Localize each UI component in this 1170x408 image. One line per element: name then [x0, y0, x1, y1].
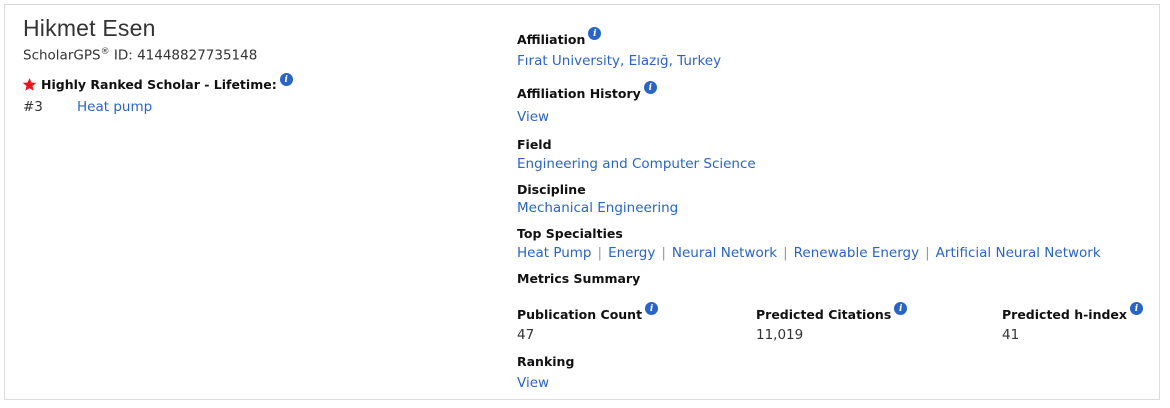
info-icon[interactable]: i: [894, 302, 908, 315]
publication-count-value: 47: [517, 327, 535, 343]
registered-mark: ®: [100, 47, 110, 57]
ranking-value: View: [517, 375, 549, 391]
affiliation-value: Fırat University, Elazığ, Turkey: [517, 53, 721, 69]
affiliation-history-value: View: [517, 109, 549, 125]
scholar-id-value: ID: 41448827735148: [109, 47, 258, 64]
specialty-link[interactable]: Energy: [608, 245, 655, 261]
separator: |: [925, 245, 930, 261]
ranking-label: Ranking: [517, 354, 575, 369]
info-icon[interactable]: i: [588, 27, 602, 40]
specialty-link[interactable]: Artificial Neural Network: [936, 245, 1101, 261]
info-icon[interactable]: i: [279, 73, 293, 86]
top-specialties-label: Top Specialties: [517, 226, 623, 241]
affiliation-label: Affiliation i: [517, 27, 602, 47]
predicted-hindex-label: Predicted h-index i: [1002, 302, 1143, 322]
predicted-hindex-value: 41: [1002, 327, 1020, 343]
info-icon[interactable]: i: [1129, 302, 1143, 315]
affiliation-history-label: Affiliation History i: [517, 81, 657, 101]
separator: |: [783, 245, 788, 261]
star-icon: [22, 77, 37, 91]
highly-ranked-label: Highly Ranked Scholar - Lifetime:: [41, 77, 277, 92]
ranking-view-link[interactable]: View: [517, 375, 549, 391]
info-icon[interactable]: i: [643, 81, 657, 94]
affiliation-label-text: Affiliation: [517, 32, 586, 47]
affiliation-history-label-text: Affiliation History: [517, 86, 641, 101]
predicted-citations-label-text: Predicted Citations: [756, 307, 892, 322]
specialties-list: Heat Pump | Energy | Neural Network | Renewabl…: [517, 245, 1101, 261]
publication-count-label-text: Publication Count: [517, 307, 643, 322]
field-link[interactable]: Engineering and Computer Science: [517, 156, 756, 172]
separator: |: [661, 245, 666, 261]
specialty-link[interactable]: Heat Pump: [517, 245, 592, 261]
scholar-profile-card: Hikmet Esen ScholarGPS® ID: 414488277351…: [4, 4, 1160, 400]
predicted-hindex-label-text: Predicted h-index: [1002, 307, 1127, 322]
predicted-citations-value: 11,019: [756, 327, 804, 343]
rank-entry: #3 Heat pump: [23, 99, 152, 115]
info-icon[interactable]: i: [645, 302, 659, 315]
specialty-link[interactable]: Renewable Energy: [794, 245, 919, 261]
predicted-citations-label: Predicted Citations i: [756, 302, 908, 322]
rank-number: #3: [23, 99, 43, 115]
publication-count-label: Publication Count i: [517, 302, 659, 322]
scholar-name: Hikmet Esen: [23, 15, 156, 41]
affiliation-history-view-link[interactable]: View: [517, 109, 549, 125]
discipline-link[interactable]: Mechanical Engineering: [517, 200, 678, 216]
discipline-value: Mechanical Engineering: [517, 200, 678, 216]
metrics-summary-label: Metrics Summary: [517, 271, 641, 286]
discipline-label: Discipline: [517, 182, 586, 197]
highly-ranked-row: Highly Ranked Scholar - Lifetime: i: [22, 73, 293, 92]
scholar-id: ScholarGPS® ID: 41448827735148: [23, 47, 257, 64]
field-value: Engineering and Computer Science: [517, 156, 756, 172]
specialty-link[interactable]: Neural Network: [672, 245, 777, 261]
field-label: Field: [517, 137, 552, 152]
affiliation-link[interactable]: Fırat University, Elazığ, Turkey: [517, 53, 721, 69]
separator: |: [597, 245, 603, 261]
scholar-id-prefix: ScholarGPS: [23, 47, 101, 64]
rank-topic-link[interactable]: Heat pump: [77, 99, 152, 115]
